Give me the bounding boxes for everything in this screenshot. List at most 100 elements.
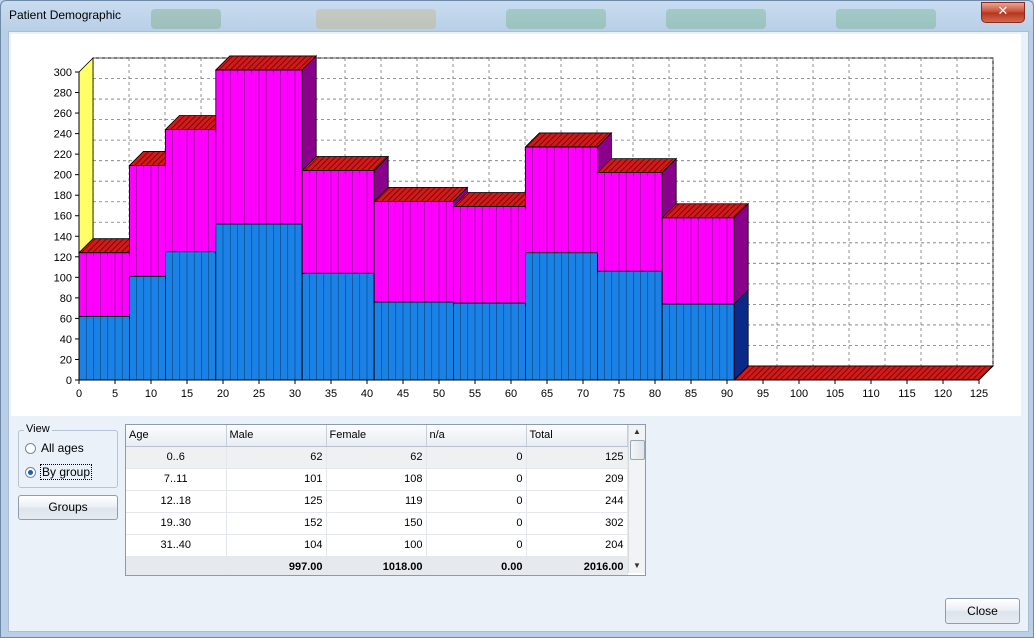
close-icon: ✕ [997, 4, 1009, 19]
x-tick-label: 25 [253, 388, 265, 400]
column-header-na[interactable]: n/a [426, 425, 527, 447]
cell-age: 0..6 [126, 446, 227, 469]
bar-male-segment [597, 270, 663, 381]
view-groupbox: View All ages By group [18, 423, 118, 488]
chart-svg: 0204060801001201401601802002202402602803… [54, 54, 994, 400]
close-button[interactable]: Close [945, 598, 1020, 624]
table-row[interactable]: 19..30 152 150 0 302 [126, 512, 628, 535]
cell-male: 125 [226, 490, 327, 513]
dialog-client-area: 0 20 40 60 80 100 120 140 160 180 200 220 240 260 280 3… [8, 31, 1029, 632]
cell-total: 125 [526, 446, 628, 469]
cell-total: 244 [526, 490, 628, 513]
cell-na: 0 [426, 512, 527, 535]
cell-female: 62 [326, 446, 427, 469]
y-tick-label: 140 [54, 231, 72, 243]
x-tick-label: 65 [541, 388, 553, 400]
bar-male-side [733, 289, 749, 381]
x-tick-label: 40 [361, 388, 373, 400]
scroll-up-arrow-icon[interactable]: ▲ [629, 425, 645, 439]
cell-na: 0 [426, 490, 527, 513]
table-totals-row: 997.00 1018.00 0.00 2016.00 [126, 555, 628, 575]
cell-male: 104 [226, 534, 327, 557]
table-row[interactable]: 7..11 101 108 0 209 [126, 468, 628, 491]
x-tick-label: 50 [433, 388, 445, 400]
cell-na: 0 [426, 534, 527, 557]
bar-top-cap [661, 203, 750, 219]
y-tick-label: 160 [54, 211, 72, 223]
age-distribution-chart: 0 20 40 60 80 100 120 140 160 180 200 220 240 260 280 3… [11, 34, 1021, 416]
cell-age: 31..40 [126, 534, 227, 557]
table-row[interactable]: 31..40 104 100 0 204 [126, 534, 628, 557]
background-toolbar-ghost [666, 9, 766, 29]
bar-top-cap [214, 55, 318, 71]
y-tick-label: 280 [54, 88, 72, 100]
total-na: 0.00 [426, 555, 527, 575]
total-age [126, 555, 227, 575]
cell-total: 302 [526, 512, 628, 535]
x-tick-label: 105 [826, 388, 844, 400]
bar-male-segment [164, 251, 217, 381]
bar-male-segment [78, 315, 130, 381]
y-tick-label: 0 [66, 375, 72, 387]
x-tick-label: 60 [505, 388, 517, 400]
table-row[interactable]: 0..6 62 62 0 125 [126, 446, 628, 469]
groups-button[interactable]: Groups [18, 495, 118, 520]
column-header-female[interactable]: Female [326, 425, 427, 447]
bar-top-cap [596, 158, 678, 174]
cell-age: 7..11 [126, 468, 227, 491]
bar-top-cap [524, 132, 613, 148]
background-toolbar-ghost [316, 9, 436, 29]
total-female: 1018.00 [326, 555, 427, 575]
x-tick-label: 100 [790, 388, 808, 400]
table-row[interactable]: 12..18 125 119 0 244 [126, 490, 628, 513]
bar-male-segment [129, 275, 166, 381]
radio-by-group-circle[interactable] [25, 466, 36, 478]
radio-by-group[interactable]: By group [25, 464, 93, 480]
bar-female-segment [129, 165, 166, 277]
title-bar[interactable]: Patient Demographic ✕ [1, 1, 1033, 31]
radio-all-ages-circle[interactable] [25, 442, 36, 454]
table-header-row: Age Male Female n/a Total [126, 425, 628, 447]
x-tick-label: 10 [145, 388, 157, 400]
bar-female-segment [373, 200, 454, 303]
column-header-male[interactable]: Male [226, 425, 327, 447]
view-legend: View [24, 423, 52, 435]
column-header-total[interactable]: Total [526, 425, 628, 447]
bar-top-cap [733, 365, 994, 381]
x-tick-label: 70 [577, 388, 589, 400]
cell-total: 204 [526, 534, 628, 557]
background-toolbar-ghost [506, 9, 606, 29]
bar-female-segment [164, 129, 217, 253]
x-tick-label: 35 [325, 388, 337, 400]
bar-male-segment [373, 301, 454, 381]
radio-all-ages[interactable]: All ages [25, 440, 84, 456]
cell-female: 100 [326, 534, 427, 557]
y-tick-label: 260 [54, 108, 72, 120]
table-vertical-scrollbar[interactable]: ▲ ▼ [628, 425, 645, 573]
x-tick-label: 115 [898, 388, 916, 400]
y-tick-label: 20 [60, 354, 72, 366]
cell-age: 12..18 [126, 490, 227, 513]
cell-female: 108 [326, 468, 427, 491]
scroll-thumb[interactable] [630, 440, 645, 460]
x-tick-label: 30 [289, 388, 301, 400]
cell-male: 101 [226, 468, 327, 491]
background-toolbar-ghost [836, 9, 936, 29]
bar-female-segment [597, 172, 663, 272]
scroll-down-arrow-icon[interactable]: ▼ [629, 559, 645, 573]
x-tick-label: 15 [181, 388, 193, 400]
y-tick-label: 240 [54, 129, 72, 141]
total-male: 997.00 [226, 555, 327, 575]
x-tick-label: 5 [112, 388, 118, 400]
demographic-table[interactable]: Age Male Female n/a Total 0..6 62 62 0 1… [125, 424, 646, 576]
x-tick-label: 120 [934, 388, 952, 400]
total-total: 2016.00 [526, 555, 628, 575]
y-tick-label: 80 [60, 293, 72, 305]
x-tick-label: 80 [649, 388, 661, 400]
y-tick-label: 200 [54, 170, 72, 182]
column-header-age[interactable]: Age [126, 425, 227, 447]
window-close-button[interactable]: ✕ [981, 2, 1025, 23]
x-tick-label: 85 [685, 388, 697, 400]
y-tick-label: 40 [60, 334, 72, 346]
y-tick-label: 100 [54, 272, 72, 284]
